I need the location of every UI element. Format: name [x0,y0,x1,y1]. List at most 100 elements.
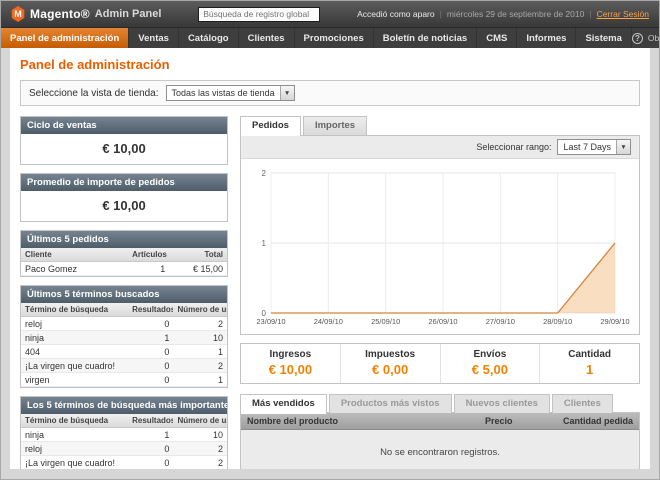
store-view-switcher: Seleccione la vista de tienda: Todas las… [20,80,640,106]
table-row[interactable]: ¡La virgen que cuadro! 0 2 [21,359,227,373]
panel-title: Los 5 términos de búsqueda más important… [21,397,227,414]
table-row[interactable]: ¡La virgen que cuadro! 0 2 [21,456,227,470]
col-header-cantidad: Cantidad pedida [557,413,639,429]
magento-logo: M Magento® Admin Panel [11,6,161,22]
header-date: miércoles 29 de septiembre de 2010 [447,9,585,19]
table-row[interactable]: ninja 1 10 [21,331,227,345]
global-search-area [161,7,357,22]
cell-results: 1 [128,331,173,345]
products-grid-header: Nombre del producto Precio Cantidad pedi… [241,413,639,430]
svg-text:1: 1 [262,239,267,248]
stat-label: Ingresos [245,349,336,360]
stat-label: Cantidad [544,349,635,360]
cell-term: ¡La virgen que cuadro! [21,359,128,373]
cell-term: reloj [21,317,128,331]
cell-uses: 2 [173,442,227,456]
panel-last-orders: Últimos 5 pedidos Cliente Artículos Tota… [20,230,228,277]
stat-value: € 10,00 [245,362,336,377]
cell-uses: 10 [173,331,227,345]
brand-subtitle: Admin Panel [95,8,162,20]
nav-item-boletin[interactable]: Boletín de noticias [374,28,477,48]
col-header-usos: Número de usos [173,414,227,428]
panel-top-search-terms: Los 5 términos de búsqueda más important… [20,396,228,469]
global-search-input[interactable] [198,7,320,22]
table-row[interactable]: reloj 0 2 [21,442,227,456]
nav-item-promociones[interactable]: Promociones [295,28,374,48]
nav-item-ventas[interactable]: Ventas [129,28,179,48]
nav-item-dashboard[interactable]: Panel de administración [1,28,129,48]
col-header-producto: Nombre del producto [241,413,479,429]
cell-uses: 1 [173,373,227,387]
bottom-tab-clientes[interactable]: Clientes [552,394,613,413]
cell-results: 0 [128,373,173,387]
col-header-termino: Término de búsqueda [21,414,128,428]
cell-customer: Paco Gomez [21,262,128,276]
col-header-resultados: Resultados [128,303,173,317]
bottom-tab-productos-mas-vistos[interactable]: Productos más vistos [329,394,452,413]
table-row[interactable]: 404 0 1 [21,345,227,359]
col-header-resultados: Resultados [128,414,173,428]
top-search-terms-table: Término de búsqueda Resultados Número de… [21,414,227,469]
panel-title: Últimos 5 términos buscados [21,286,227,303]
nav-item-catalogo[interactable]: Catálogo [179,28,239,48]
chart-tabs: Pedidos Importes [240,116,640,135]
help-icon: ? [632,33,643,44]
col-header-precio: Precio [479,413,557,429]
nav-item-sistema[interactable]: Sistema [576,28,631,48]
svg-text:2: 2 [262,169,267,178]
table-row[interactable]: ninja 1 10 [21,428,227,442]
header-user-info: Accedió como aparo | miércoles 29 de sep… [357,9,649,19]
page-help-link[interactable]: ? Obtener ayuda para esta página [632,28,660,48]
stat-cantidad: Cantidad 1 [539,344,639,383]
panel-title: Ciclo de ventas [21,117,227,134]
top-header: M Magento® Admin Panel Accedió como apar… [1,1,659,27]
table-row[interactable]: virgen 0 1 [21,373,227,387]
cell-uses: 2 [173,317,227,331]
panel-average-orders: Promedio de importe de pedidos € 10,00 [20,173,228,222]
cell-uses: 1 [173,345,227,359]
table-row[interactable]: Paco Gomez 1 € 15,00 [21,262,227,276]
empty-records-message: No se encontraron registros. [241,430,639,469]
nav-item-cms[interactable]: CMS [477,28,517,48]
store-view-selected: Todas las vistas de tienda [167,88,280,98]
store-view-select[interactable]: Todas las vistas de tienda ▼ [166,85,295,101]
stat-value: € 0,00 [345,362,436,377]
cell-term: ¡La virgen que cuadro! [21,456,128,470]
panel-title: Promedio de importe de pedidos [21,174,227,191]
cell-results: 0 [128,456,173,470]
nav-item-informes[interactable]: Informes [517,28,576,48]
cell-term: ninja [21,428,128,442]
col-header-total: Total [169,248,227,262]
range-selected: Last 7 Days [558,142,616,152]
cell-term: ninja [21,331,128,345]
products-tabs: Más vendidos Productos más vistos Nuevos… [240,394,640,413]
panel-title: Últimos 5 pedidos [21,231,227,248]
table-row[interactable]: reloj 0 2 [21,317,227,331]
chevron-down-icon: ▼ [616,140,630,154]
range-select[interactable]: Last 7 Days ▼ [557,139,631,155]
cell-uses: 10 [173,428,227,442]
svg-text:23/09/10: 23/09/10 [256,317,285,326]
cell-total: € 15,00 [169,262,227,276]
stat-ingresos: Ingresos € 10,00 [241,344,340,383]
cell-uses: 2 [173,456,227,470]
tab-importes[interactable]: Importes [303,116,367,135]
logged-in-as: Accedió como aparo [357,9,435,19]
svg-text:27/09/10: 27/09/10 [486,317,515,326]
tab-pedidos[interactable]: Pedidos [240,116,301,136]
cell-items: 1 [128,262,169,276]
cell-results: 0 [128,317,173,331]
lifetime-sales-value: € 10,00 [21,134,227,164]
stat-value: € 5,00 [445,362,536,377]
brand-name: Magento® [30,7,90,21]
logout-link[interactable]: Cerrar Sesión [597,9,649,19]
bottom-tab-mas-vendidos[interactable]: Más vendidos [240,394,327,414]
bottom-tab-nuevos-clientes[interactable]: Nuevos clientes [454,394,550,413]
stat-envios: Envíos € 5,00 [440,344,540,383]
cell-results: 0 [128,442,173,456]
separator: | [440,9,442,19]
dashboard-left-column: Ciclo de ventas € 10,00 Promedio de impo… [20,116,228,469]
average-orders-value: € 10,00 [21,191,227,221]
nav-item-clientes[interactable]: Clientes [239,28,295,48]
chart-wrap: 01223/09/1024/09/1025/09/1026/09/1027/09… [241,159,639,334]
